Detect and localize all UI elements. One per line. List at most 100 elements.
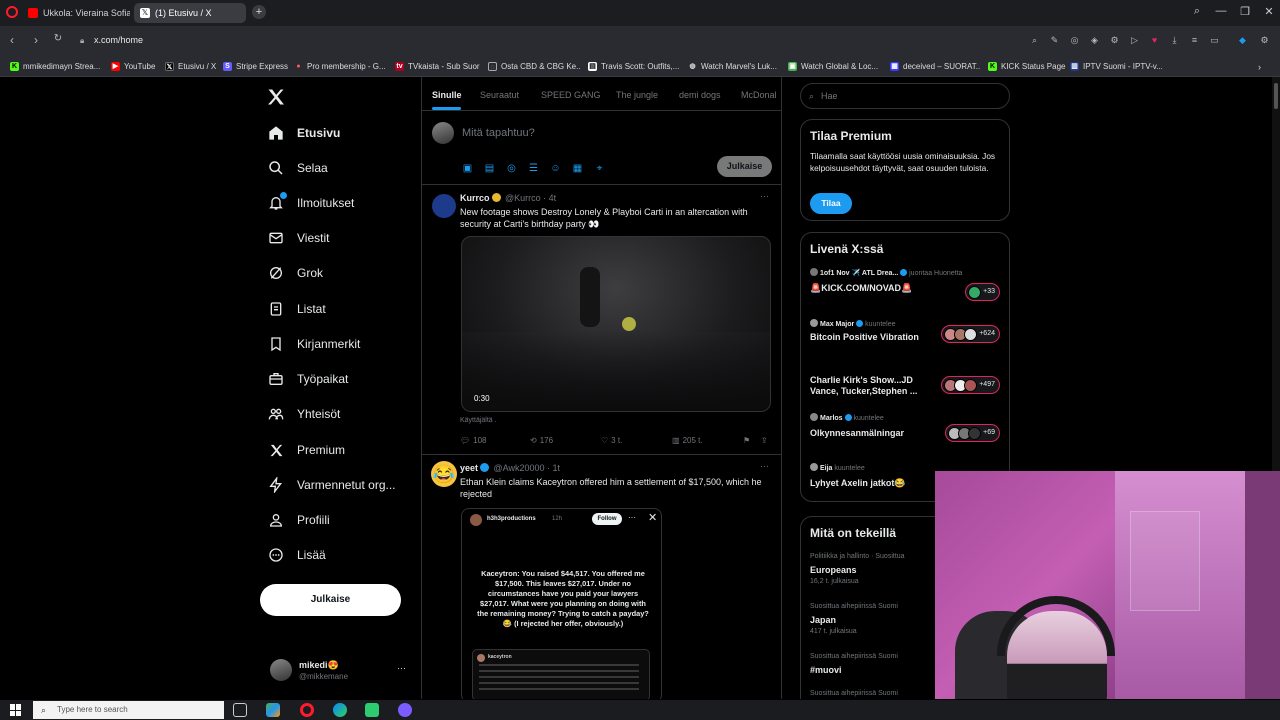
bookmark-item[interactable]: ▣ Watch Global & Loc... <box>788 60 883 73</box>
extension-icon[interactable]: ⚙ <box>1109 35 1120 46</box>
download-icon[interactable]: ⤓ <box>1169 35 1180 46</box>
emoji-icon[interactable]: ☺ <box>550 163 561 174</box>
nav-item-more[interactable]: Lisää <box>268 543 326 567</box>
subscribe-button[interactable]: Tilaa <box>810 193 852 214</box>
tab-mcdonalds[interactable]: McDonal <box>741 90 777 100</box>
settings-icon[interactable]: ⚙ <box>1259 35 1270 46</box>
embed-follow-button[interactable]: Follow <box>592 513 622 525</box>
menu-icon[interactable]: ≡ <box>1189 35 1200 46</box>
location-icon[interactable]: ⌖ <box>594 163 605 174</box>
tweet[interactable]: 😂 yeet @Awk20000 · 1t ··· Ethan Klein cl… <box>422 455 781 699</box>
tweet-handle[interactable]: @Awk20000 · 1t <box>494 463 561 473</box>
new-tab-button[interactable]: + <box>252 5 266 19</box>
compose-post-button[interactable]: Julkaise <box>717 156 772 177</box>
nav-item-grok[interactable]: Grok <box>268 261 323 285</box>
nav-item-communities[interactable]: Yhteisöt <box>268 402 340 426</box>
account-switcher[interactable]: mikedi😍 @mikkemane ··· <box>270 657 410 685</box>
forward-icon[interactable]: › <box>29 33 43 47</box>
edit-icon[interactable]: ✎ <box>1049 35 1060 46</box>
bookmark-item[interactable]: ▥ IPTV Suomi - IPTV-v... <box>1070 60 1162 73</box>
x-logo-icon[interactable] <box>266 87 286 107</box>
nav-item-verified-orgs[interactable]: Varmennetut org... <box>268 473 396 497</box>
tweet[interactable]: Kurrco @Kurrco · 4t ··· New footage show… <box>422 185 781 455</box>
poll-icon[interactable]: ☰ <box>528 163 539 174</box>
tweet-author-name[interactable]: Kurrco <box>460 193 490 203</box>
live-space-row[interactable]: Charlie Kirk's Show...JD Vance, Tucker,S… <box>810 370 1000 410</box>
nav-item-notifications[interactable]: Ilmoitukset <box>268 191 354 215</box>
nav-item-messages[interactable]: Viestit <box>268 226 329 250</box>
live-space-row[interactable]: Marlos kuuntelee Olkynnesanmälningar +69 <box>810 413 1000 453</box>
camera-icon[interactable]: ◎ <box>1069 35 1080 46</box>
bookmark-item[interactable]: ▦ deceived – SUORAT... <box>890 60 980 73</box>
bookmarks-overflow-icon[interactable]: › <box>1258 60 1261 73</box>
tab-demi-dogs[interactable]: demi dogs <box>679 90 721 100</box>
edge-taskbar-icon[interactable] <box>333 703 347 717</box>
bookmark-icon[interactable]: ⚑ <box>743 436 750 445</box>
grok-icon[interactable]: ◎ <box>506 163 517 174</box>
bookmark-item[interactable]: K KICK Status Page <box>988 60 1066 73</box>
nav-item-bookmarks[interactable]: Kirjanmerkit <box>268 332 360 356</box>
more-icon[interactable]: ··· <box>397 663 406 673</box>
nav-item-lists[interactable]: Listat <box>268 297 326 321</box>
live-space-row[interactable]: Max Major kuuntelee Bitcoin Positive Vib… <box>810 319 1000 359</box>
taskbar-search-input[interactable]: ⌕ Type here to search <box>33 701 224 719</box>
opera-taskbar-icon[interactable] <box>300 703 314 717</box>
bookmark-item[interactable]: 𝕏 Etusivu / X <box>165 60 220 73</box>
nav-item-home[interactable]: Etusivu <box>268 121 340 145</box>
image-icon[interactable]: ▣ <box>462 163 473 174</box>
scrollbar-thumb[interactable] <box>1274 83 1278 109</box>
search-tabs-icon[interactable]: ⌕ <box>1190 5 1204 18</box>
trend-item[interactable]: Politiikka ja hallinto · Suosittua Europ… <box>810 553 935 589</box>
discord-taskbar-icon[interactable] <box>398 703 412 717</box>
nav-item-jobs[interactable]: Työpaikat <box>268 367 348 391</box>
compose-input[interactable]: Mitä tapahtuu? <box>462 127 535 139</box>
taskbar-app-icon[interactable] <box>365 703 379 717</box>
share-icon[interactable]: ⇪ <box>761 436 768 445</box>
taskbar-app-icon[interactable] <box>266 703 280 717</box>
tab-for-you[interactable]: Sinulle <box>432 90 462 100</box>
post-button[interactable]: Julkaise <box>260 584 401 616</box>
task-view-icon[interactable] <box>233 703 247 717</box>
bookmark-item[interactable]: tv TVkaista - Sub Suora <box>395 60 480 73</box>
tab-the-jungle[interactable]: The jungle <box>616 90 658 100</box>
back-icon[interactable]: ‹ <box>5 33 19 47</box>
nav-item-premium[interactable]: Premium <box>268 438 345 462</box>
vpn-icon[interactable]: ◈ <box>1089 35 1100 46</box>
nav-item-explore[interactable]: Selaa <box>268 156 328 180</box>
reply-button[interactable]: 💬︎ 108 <box>460 436 487 445</box>
schedule-icon[interactable]: ▦ <box>572 163 583 174</box>
tweet-author-name[interactable]: yeet <box>460 463 478 473</box>
tweet-handle[interactable]: @Kurrco · 4t <box>505 193 556 203</box>
repost-button[interactable]: ⟲ 176 <box>530 436 553 445</box>
like-button[interactable]: ♡ 3 t. <box>601 436 622 445</box>
bookmark-item[interactable]: ● Pro membership - G... <box>294 60 386 73</box>
embed-more-icon[interactable]: ··· <box>628 513 636 522</box>
nav-item-profile[interactable]: Profiili <box>268 508 330 532</box>
tweet-video[interactable]: 0:30 <box>461 236 771 412</box>
bookmark-item[interactable]: ◌ Osta CBD & CBG Ke... <box>488 60 580 73</box>
tweet-more-icon[interactable]: ··· <box>760 191 769 201</box>
bookmark-item[interactable]: ▤ Travis Scott: Outfits,... <box>588 60 680 73</box>
search-input[interactable]: ⌕ Hae <box>800 83 1010 109</box>
aria-icon[interactable]: ◆ <box>1237 35 1248 46</box>
gif-icon[interactable]: ▤ <box>484 163 495 174</box>
reload-icon[interactable]: ↻ <box>51 33 65 44</box>
address-search-icon[interactable]: ⌕ <box>1029 35 1040 46</box>
views-button[interactable]: ▥ 205 t. <box>672 436 703 445</box>
close-window-icon[interactable]: ✕ <box>1262 5 1276 18</box>
wallet-icon[interactable]: ▭ <box>1209 35 1220 46</box>
url-field[interactable]: 🔒︎ x.com/home <box>78 31 978 50</box>
bookmark-item[interactable]: S Stripe Express <box>223 60 288 73</box>
trend-item[interactable]: Suosittua aihepiirissä Suomi #muovi <box>810 653 935 683</box>
maximize-icon[interactable]: ❐ <box>1238 5 1252 18</box>
windows-start-icon[interactable] <box>10 704 22 716</box>
bookmark-item[interactable]: Kmmikedimayn Strea... <box>10 60 105 73</box>
tab-speed-gang[interactable]: SPEED GANG <box>541 90 601 100</box>
tab-following[interactable]: Seuraatut <box>480 90 519 100</box>
browser-tab-x-home[interactable]: 𝕏 (1) Etusivu / X <box>134 3 246 23</box>
live-space-row[interactable]: 1of1 Nov ✈️ ATL Drea... juontaa Huonetta… <box>810 268 1000 308</box>
heart-icon[interactable]: ♥ <box>1149 35 1160 46</box>
trend-item[interactable]: Suosittua aihepiirissä Suomi <box>810 690 935 699</box>
browser-tab-youtube[interactable]: Ukkola: Vieraina Sofia Virt <box>22 3 130 23</box>
bookmark-item[interactable]: ◍ Watch Marvel's Luk... <box>688 60 780 73</box>
